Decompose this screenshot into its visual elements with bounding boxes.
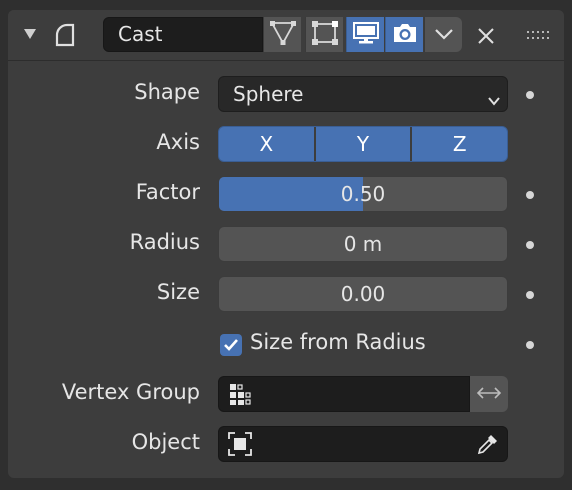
drag-handle-icon[interactable] [526,26,550,46]
viewport-display-icon [352,21,380,49]
keyframe-dot-factor[interactable] [526,191,534,199]
shape-value: Sphere [233,82,304,106]
on-cage-icon [311,20,339,50]
render-camera-icon [391,21,419,49]
axis-x-toggle[interactable]: X [219,127,314,161]
size-from-radius-label[interactable]: Size from Radius [250,330,426,354]
vertex-group-field[interactable] [218,376,470,412]
checkmark-icon [224,339,238,351]
vertex-group-label: Vertex Group [61,380,200,404]
factor-value: 0.50 [340,182,386,206]
object-field[interactable] [218,426,508,462]
invert-vertex-group-button[interactable] [470,376,508,412]
radius-field[interactable]: 0 m [218,226,508,262]
axis-z-toggle[interactable]: Z [410,127,507,161]
size-from-radius-checkbox[interactable] [220,334,242,356]
factor-label: Factor [135,180,200,204]
object-icon [227,432,253,456]
shape-label: Shape [134,80,200,104]
modifier-header: Cast [8,10,564,61]
shape-dropdown[interactable]: Sphere [218,76,508,112]
extras-dropdown-button[interactable] [424,17,462,52]
eyedropper-icon[interactable] [475,431,501,457]
keyframe-dot-radius[interactable] [526,241,534,249]
close-icon[interactable] [474,24,498,48]
factor-slider[interactable]: 0.50 [218,176,508,212]
keyframe-dot-shape[interactable] [526,91,534,99]
keyframe-dot-size-from-radius[interactable] [526,341,534,349]
invert-arrows-icon [475,385,503,404]
triangle-down-icon[interactable] [20,24,40,44]
on-cage-button[interactable] [305,17,343,52]
modifier-name-field[interactable]: Cast [103,17,263,52]
size-value: 0.00 [340,282,386,306]
keyframe-dot-size[interactable] [526,291,534,299]
axis-toggle-group: X Y Z [218,126,508,162]
vertex-group-icon [227,382,253,406]
radius-label: Radius [129,230,200,254]
axis-label: Axis [156,130,200,154]
chevron-down-icon [434,25,454,44]
axis-y-toggle[interactable]: Y [313,127,411,161]
object-label: Object [131,430,200,454]
chevron-down-icon [487,88,501,111]
size-field[interactable]: 0.00 [218,276,508,312]
edit-mode-icon [269,20,297,50]
edit-mode-button[interactable] [263,17,301,52]
viewport-display-button[interactable] [346,17,384,52]
cast-modifier-icon [48,20,82,50]
modifier-panel: Cast Shape Sphere Axis X Y Z Factor 0.50… [8,10,564,478]
render-button[interactable] [385,17,423,52]
size-label: Size [156,280,200,304]
radius-value: 0 m [343,232,383,256]
